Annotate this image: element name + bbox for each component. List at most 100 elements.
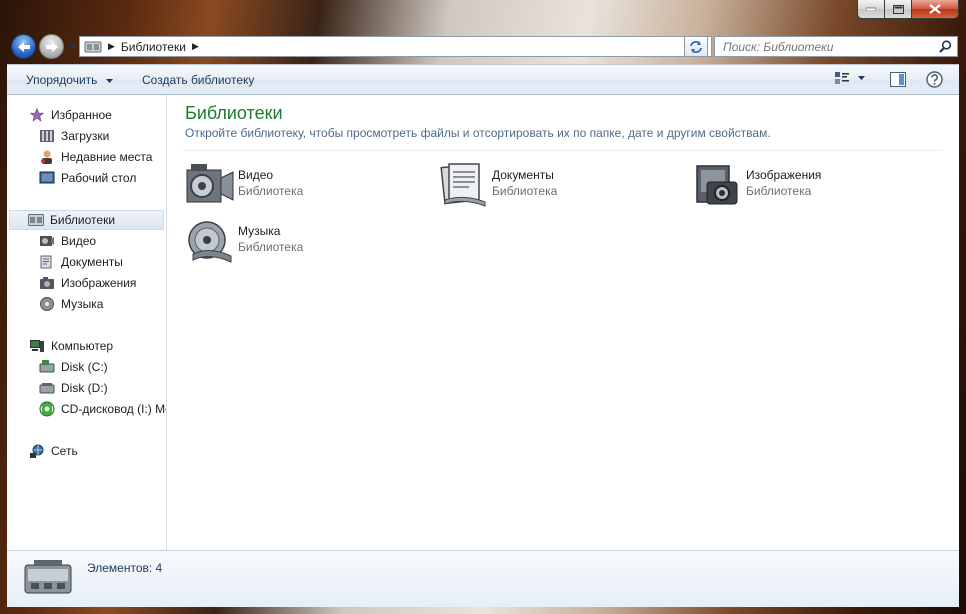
sidebar-item-libraries[interactable]: Библиотеки (9, 210, 164, 230)
libraries-icon (24, 560, 72, 594)
change-view-button[interactable] (834, 71, 865, 85)
navigation-bar: ▶ Библиотеки ▶ (9, 31, 959, 61)
cd-drive-icon (39, 401, 55, 417)
new-library-button[interactable]: Создать библиотеку (142, 73, 254, 87)
drive-icon (39, 359, 55, 375)
library-name: Изображения (746, 168, 822, 182)
explorer-window: ▶ Библиотеки ▶ Упорядочить Создать библи… (0, 0, 966, 614)
navigation-pane: Избранное Загрузки Недавние места Рабочи… (7, 95, 167, 550)
sidebar-item-favorites[interactable]: Избранное (29, 105, 112, 125)
sidebar-item-label: Документы (61, 255, 123, 269)
back-button[interactable] (11, 34, 36, 59)
documents-library-icon (39, 254, 55, 270)
sidebar-item-recent-places[interactable]: Недавние места (39, 147, 152, 167)
sidebar-item-label: Видео (61, 234, 97, 248)
details-pane: Элементов: 4 (7, 550, 959, 607)
sidebar-item-disk-d[interactable]: Disk (D:) (39, 378, 108, 398)
refresh-icon (690, 40, 702, 53)
music-library-icon (39, 296, 55, 312)
sidebar-item-label: Рабочий стол (61, 171, 137, 185)
sidebar-item-disk-c[interactable]: Disk (C:) (39, 357, 108, 377)
sidebar-item-downloads[interactable]: Загрузки (39, 126, 109, 146)
desktop-icon (39, 170, 55, 186)
sidebar-item-network[interactable]: Сеть (29, 441, 78, 461)
recent-pages-dropdown[interactable] (67, 41, 77, 51)
libraries-icon (84, 41, 102, 52)
sidebar-item-label: Компьютер (51, 339, 114, 353)
refresh-button[interactable] (684, 36, 708, 57)
page-subtitle: Откройте библиотеку, чтобы просмотреть ф… (185, 126, 771, 140)
library-item-music[interactable]: Музыка Библиотека (185, 216, 425, 268)
star-icon (29, 107, 45, 123)
caption-buttons (857, 0, 959, 20)
breadcrumb-libraries[interactable]: Библиотеки (121, 40, 186, 54)
organize-button[interactable]: Упорядочить (26, 73, 113, 87)
pictures-library-icon (39, 275, 55, 291)
video-library-icon (186, 164, 234, 203)
sidebar-item-video[interactable]: Видео (39, 231, 96, 251)
sidebar-item-label: Изображения (61, 276, 137, 290)
documents-library-icon (440, 163, 486, 207)
library-name: Документы (492, 168, 554, 182)
page-title: Библиотеки (185, 103, 283, 123)
library-name: Музыка (238, 224, 281, 238)
organize-label: Упорядочить (26, 73, 98, 87)
item-count: Элементов: 4 (87, 561, 163, 575)
video-library-icon (39, 233, 55, 249)
computer-icon (29, 338, 45, 354)
sidebar-item-documents[interactable]: Документы (39, 252, 123, 272)
search-box[interactable] (714, 36, 958, 57)
minimize-button[interactable] (857, 0, 885, 19)
sidebar-item-desktop[interactable]: Рабочий стол (39, 168, 136, 188)
command-bar: Упорядочить Создать библиотеку (7, 64, 959, 95)
sidebar-item-label: Музыка (61, 297, 104, 311)
arrow-left-icon (17, 41, 30, 52)
chevron-down-icon (105, 78, 113, 83)
sidebar-item-music[interactable]: Музыка (39, 294, 103, 314)
sidebar-item-computer[interactable]: Компьютер (29, 336, 113, 356)
explorer-body: Избранное Загрузки Недавние места Рабочи… (7, 95, 959, 550)
network-icon (29, 443, 45, 459)
sidebar-item-label: Избранное (51, 108, 112, 122)
library-type: Библиотека (238, 240, 304, 254)
forward-button[interactable] (39, 34, 64, 59)
divider (183, 150, 943, 151)
view-details-icon (835, 72, 849, 84)
help-icon (926, 71, 943, 88)
preview-pane-button[interactable] (890, 72, 906, 90)
close-button[interactable] (912, 0, 959, 19)
library-name: Видео (238, 168, 274, 182)
search-input[interactable] (721, 38, 935, 55)
library-item-documents[interactable]: Документы Библиотека (439, 160, 679, 212)
sidebar-item-pictures[interactable]: Изображения (39, 273, 136, 293)
arrow-right-icon (45, 41, 58, 52)
library-type: Библиотека (238, 184, 304, 198)
sidebar-item-label: Недавние места (61, 150, 153, 164)
sidebar-item-label: Загрузки (61, 129, 110, 143)
recent-places-icon (39, 149, 55, 165)
sidebar-item-label: Сеть (51, 444, 78, 458)
drive-icon (39, 380, 55, 396)
library-item-video[interactable]: Видео Библиотека (185, 160, 425, 212)
chevron-right-icon[interactable]: ▶ (108, 41, 115, 52)
maximize-button[interactable] (885, 0, 912, 19)
content-pane: Библиотеки Откройте библиотеку, чтобы пр… (167, 95, 959, 550)
libraries-icon (28, 212, 44, 228)
sidebar-item-label: Disk (D:) (61, 381, 108, 395)
chevron-right-icon[interactable]: ▶ (192, 41, 199, 52)
address-bar[interactable]: ▶ Библиотеки ▶ (79, 36, 712, 57)
maximize-icon (892, 4, 904, 14)
sidebar-item-label: Disk (C:) (61, 360, 108, 374)
downloads-icon (39, 128, 55, 144)
search-icon[interactable] (939, 40, 952, 53)
preview-pane-icon (890, 72, 906, 87)
music-library-icon (188, 221, 232, 263)
sidebar-item-cd-drive[interactable]: CD-дисковод (I:) Me (39, 399, 166, 419)
minimize-icon (866, 7, 876, 11)
sidebar-item-label: Библиотеки (50, 213, 116, 227)
chevron-down-icon (68, 44, 76, 48)
help-button[interactable] (926, 71, 943, 91)
library-type: Библиотека (492, 184, 558, 198)
chevron-down-icon (858, 76, 865, 80)
library-item-pictures[interactable]: Изображения Библиотека (693, 160, 933, 212)
